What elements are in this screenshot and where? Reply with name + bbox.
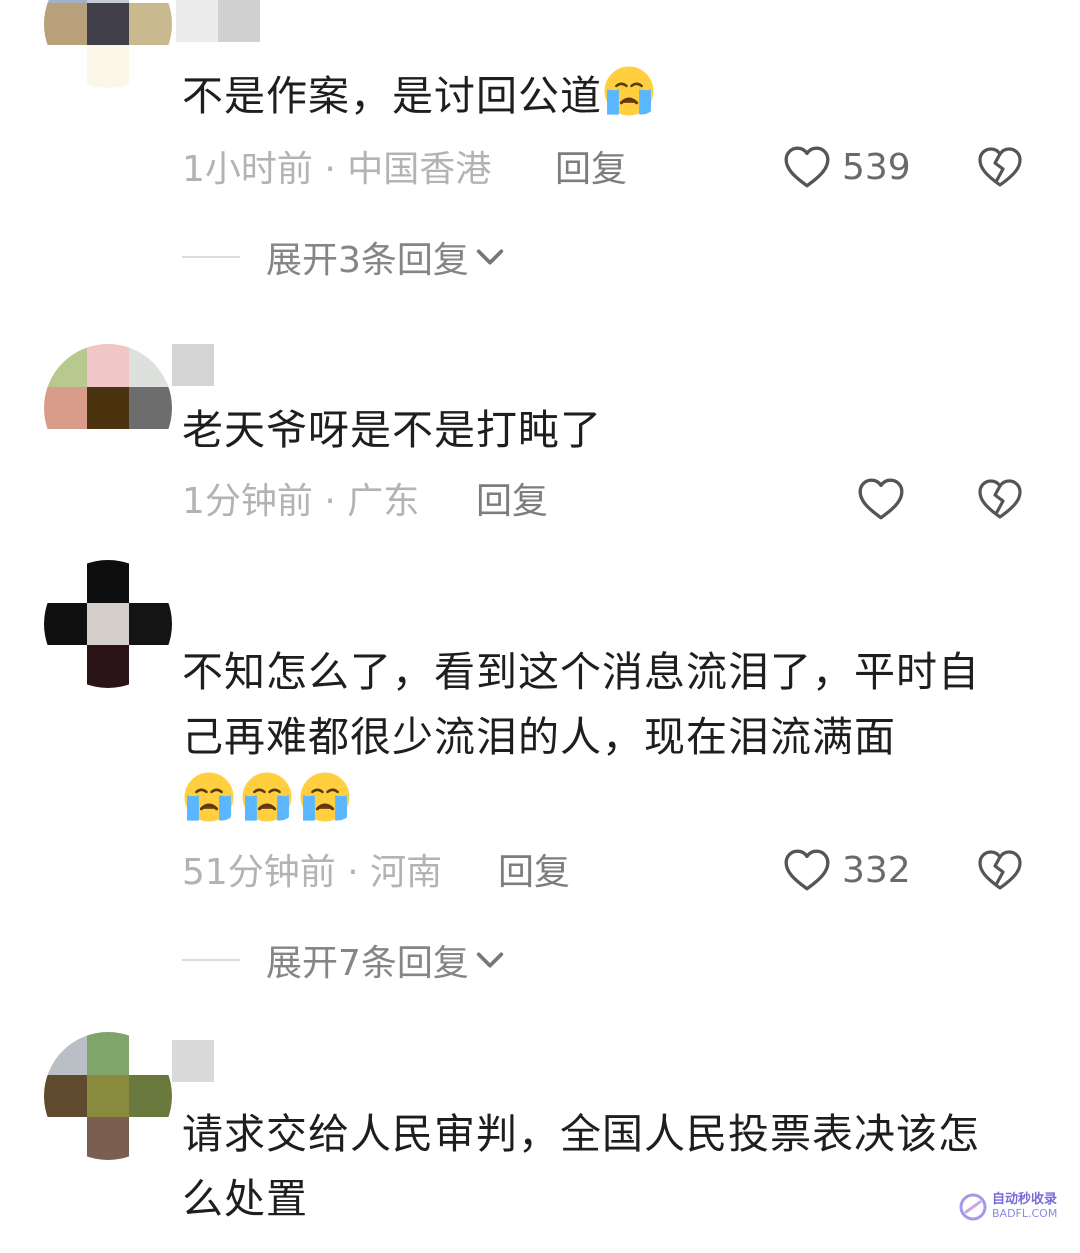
watermark-line2: BADFL.COM xyxy=(992,1207,1058,1220)
comment-text-content: 不是作案，是讨回公道 xyxy=(182,72,602,120)
crying-face-emoji xyxy=(602,64,656,118)
comment-time-location: 1分钟前 · 广东 xyxy=(182,481,420,522)
watermark-line1: 自动秒收录 xyxy=(992,1192,1058,1207)
crying-face-emoji xyxy=(298,770,352,824)
comment-text-content: 老天爷呀是不是打盹了 xyxy=(182,406,602,454)
avatar[interactable] xyxy=(44,0,172,88)
comment-text: 老天爷呀是不是打盹了 xyxy=(182,398,1012,463)
heart-icon xyxy=(782,143,832,193)
chevron-down-icon xyxy=(473,240,507,274)
like-button[interactable] xyxy=(856,475,906,525)
comment-text: 请求交给人民审判，全国人民投票表决该怎么处置 xyxy=(182,1102,1012,1232)
expand-replies-button[interactable]: 展开7条回复 xyxy=(182,938,507,984)
expand-replies-label: 展开7条回复 xyxy=(266,943,469,984)
avatar[interactable] xyxy=(44,560,172,688)
comment-text: 不知怎么了，看到这个消息流泪了，平时自己再难都很少流泪的人，现在泪流满面 xyxy=(182,640,1012,835)
chevron-down-icon xyxy=(473,943,507,977)
expand-replies-button[interactable]: 展开3条回复 xyxy=(182,235,507,281)
comment-time-location: 51分钟前 · 河南 xyxy=(182,852,443,893)
crying-face-emoji xyxy=(240,770,294,824)
comment-text-content: 请求交给人民审判，全国人民投票表决该怎么处置 xyxy=(182,1110,980,1223)
avatar[interactable] xyxy=(44,1032,172,1160)
divider xyxy=(182,256,240,258)
watermark-logo-icon xyxy=(959,1193,987,1221)
expand-replies-label: 展开3条回复 xyxy=(266,240,469,281)
broken-heart-icon[interactable] xyxy=(976,144,1024,192)
comment-text-content: 不知怎么了，看到这个消息流泪了，平时自己再难都很少流泪的人，现在泪流满面 xyxy=(182,648,980,761)
reply-button[interactable]: 回复 xyxy=(498,853,570,893)
heart-icon xyxy=(782,846,832,896)
divider xyxy=(182,959,240,961)
broken-heart-icon[interactable] xyxy=(976,847,1024,895)
reply-button[interactable]: 回复 xyxy=(555,150,627,190)
like-button[interactable]: 332 xyxy=(782,846,911,896)
avatar[interactable] xyxy=(44,344,172,472)
username-redacted[interactable] xyxy=(172,344,214,386)
broken-heart-icon[interactable] xyxy=(976,476,1024,524)
like-count: 332 xyxy=(842,850,911,891)
watermark: 自动秒收录 BADFL.COM xyxy=(958,1192,1057,1222)
comment-text: 不是作案，是讨回公道 xyxy=(182,64,1012,129)
heart-icon xyxy=(856,475,906,525)
username-redacted[interactable] xyxy=(176,0,260,42)
like-count: 539 xyxy=(842,147,911,188)
crying-face-emoji xyxy=(182,770,236,824)
comment-time-location: 1小时前 · 中国香港 xyxy=(182,149,492,190)
like-button[interactable]: 539 xyxy=(782,143,911,193)
username-redacted[interactable] xyxy=(172,1040,214,1082)
reply-button[interactable]: 回复 xyxy=(476,482,548,522)
